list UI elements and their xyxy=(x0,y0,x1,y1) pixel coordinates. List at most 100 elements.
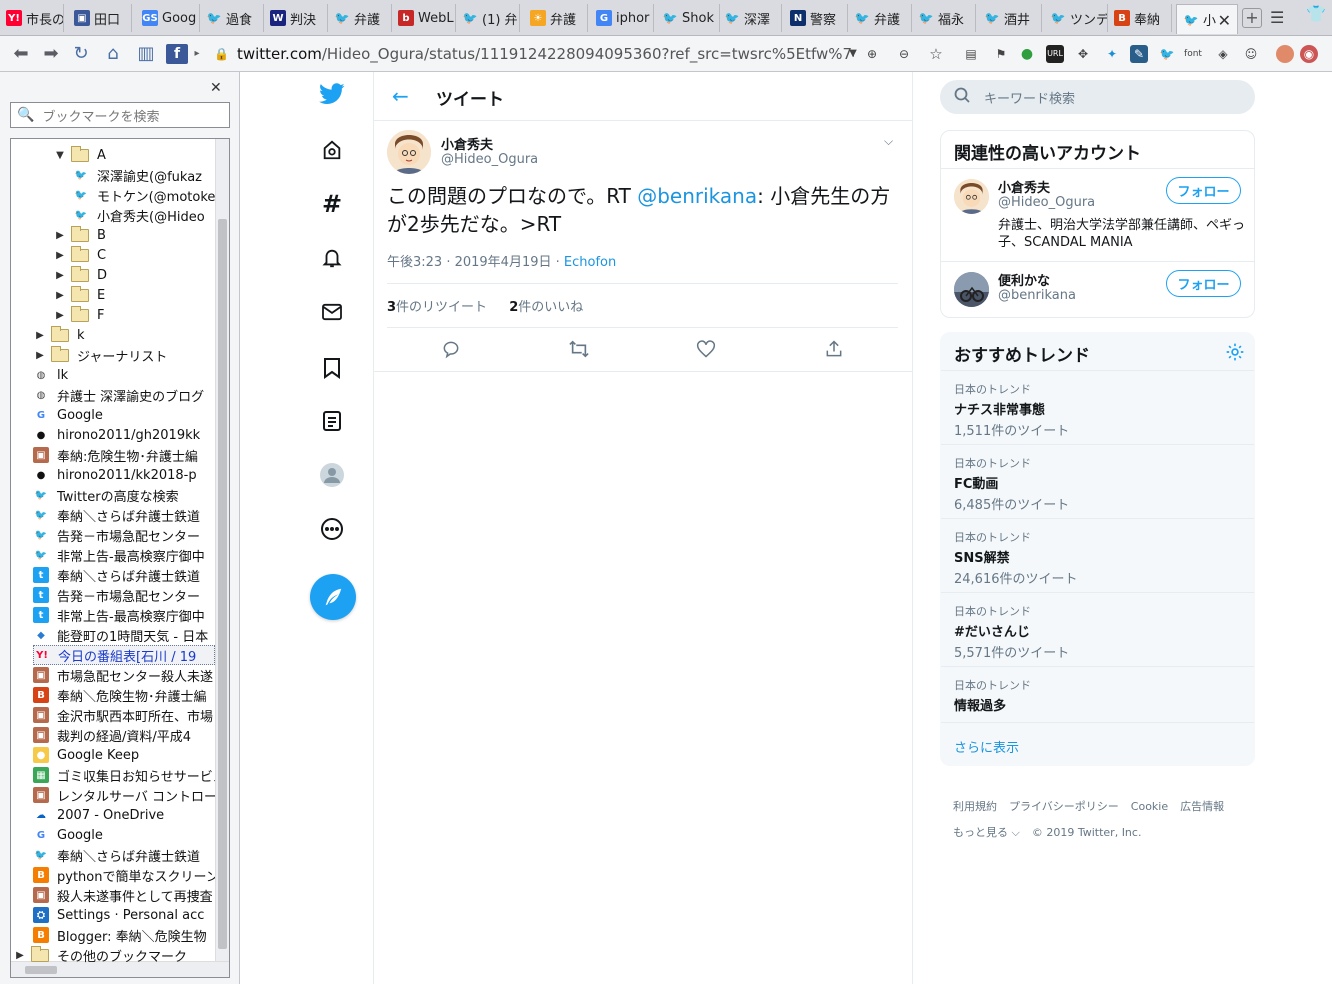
avatar[interactable] xyxy=(954,179,989,214)
bookmark-folder[interactable]: ▶ C xyxy=(53,245,215,265)
expand-arrow-icon[interactable]: ▶ xyxy=(53,310,67,321)
edit-icon[interactable]: ✎ xyxy=(1130,45,1148,63)
bookmark-item[interactable]: ● hirono2011/gh2019kk xyxy=(33,425,215,445)
bookmark-item[interactable]: ▣ レンタルサーバ コントロール xyxy=(33,785,215,805)
notifications-bell-icon[interactable] xyxy=(318,244,346,272)
expand-arrow-icon[interactable]: ▶ xyxy=(53,270,67,281)
browser-tab[interactable]: 🐦 ツンデ xyxy=(1044,4,1108,32)
bookmark-item[interactable]: t 非常上告-最高検察庁御中 xyxy=(33,605,215,625)
browser-tab[interactable]: 🐦 弁護 xyxy=(848,4,912,32)
overflow-chevron-icon[interactable]: ▸ xyxy=(192,44,202,64)
twitter-ext-icon[interactable]: 🐦 xyxy=(1158,45,1176,63)
account-item[interactable]: 小倉秀夫 @Hideo_Ogura フォロー 弁護士、明治大学法学部兼任講師、ペ… xyxy=(941,169,1254,262)
bookmark-folder[interactable]: ▶ B xyxy=(53,225,215,245)
bookmark-item[interactable]: ▣ 裁判の経過/資料/平成4 xyxy=(33,725,215,745)
trend-item[interactable]: 日本のトレンド SNS解禁 24,616件のツイート xyxy=(941,519,1254,593)
bookmark-item[interactable]: 🐦 奉納＼さらば弁護士鉄道 xyxy=(33,845,215,865)
expand-arrow-icon[interactable]: ▶ xyxy=(33,330,47,341)
trend-item[interactable]: 日本のトレンド 情報過多 xyxy=(941,667,1254,723)
browser-tab[interactable]: 🐦 弁護 xyxy=(328,4,392,32)
browser-tab[interactable]: N 警察 xyxy=(784,4,848,32)
bookmark-folder[interactable]: ▶ E xyxy=(53,285,215,305)
trend-item[interactable]: 日本のトレンド FC動画 6,485件のツイート xyxy=(941,445,1254,519)
bookmark-item[interactable]: 🐦 告発－市場急配センター xyxy=(33,525,215,545)
browser-tab[interactable]: W 判決 xyxy=(264,4,328,32)
tab-list-icon[interactable]: ☰ xyxy=(1270,8,1290,27)
footer-link[interactable]: Cookie xyxy=(1131,800,1168,813)
browser-tab[interactable]: 🐦 Shok xyxy=(656,4,720,32)
extension-icon[interactable]: ✥ xyxy=(1074,45,1092,63)
footer-link[interactable]: 利用規約 xyxy=(953,800,997,813)
footer-more-link[interactable]: もっと見る ⌵ xyxy=(953,826,1020,839)
browser-tab[interactable]: 🐦 過食 xyxy=(200,4,264,32)
browser-tab[interactable]: b WebL xyxy=(392,4,456,32)
dropbox-icon[interactable]: ✦ xyxy=(1103,45,1121,63)
bookmark-folder[interactable]: ▶ その他のブックマーク xyxy=(13,945,215,965)
like-heart-icon[interactable] xyxy=(695,338,717,360)
bookmark-item[interactable]: 🐦 非常上告-最高検察庁御中 xyxy=(33,545,215,565)
browser-tab[interactable]: ☀ 弁護 xyxy=(524,4,588,32)
new-tab-button[interactable]: + xyxy=(1242,8,1262,28)
bookmark-item[interactable]: 🐦 深澤諭史(@fukaz xyxy=(73,165,215,185)
bookmark-item[interactable]: ● Google Keep xyxy=(33,745,215,765)
close-icon[interactable]: ✕ xyxy=(210,80,222,96)
bookmark-item[interactable]: Bpythonで簡単なスクリーン xyxy=(33,865,215,885)
addon-icon[interactable]: ◉ xyxy=(1300,45,1318,63)
account-item[interactable]: 便利かな @benrikana フォロー xyxy=(941,262,1254,317)
bookmark-item[interactable]: ▣ 奉納:危険生物･弁護士編 xyxy=(33,445,215,465)
author-handle[interactable]: @Hideo_Ogura xyxy=(441,152,538,167)
browser-tab[interactable]: 🐦 福永 xyxy=(912,4,976,32)
tweet-timestamp[interactable]: 午後3:23 · 2019年4月19日 · xyxy=(387,255,564,270)
bookmark-folder[interactable]: ▶ ジャーナリスト xyxy=(33,345,215,365)
browser-tab[interactable]: 🐦 (1) 弁 xyxy=(456,4,520,32)
home-icon[interactable]: ⌂ xyxy=(102,44,124,64)
back-arrow-icon[interactable]: ← xyxy=(392,84,409,108)
font-icon[interactable]: font xyxy=(1184,45,1202,63)
expand-arrow-icon[interactable]: ▶ xyxy=(13,950,27,961)
collapse-arrow-icon[interactable]: ▼ xyxy=(53,150,67,161)
footer-link[interactable]: 広告情報 xyxy=(1180,800,1224,813)
customize-icon[interactable]: 👕 xyxy=(1306,4,1326,23)
profile-icon[interactable] xyxy=(318,461,346,489)
show-more-link[interactable]: さらに表示 xyxy=(941,723,1254,765)
bookmark-folder[interactable]: ▶ D xyxy=(53,265,215,285)
url-shortener-icon[interactable]: URL xyxy=(1046,45,1064,63)
expand-arrow-icon[interactable]: ▶ xyxy=(33,350,47,361)
url-dropdown-icon[interactable]: ▼ xyxy=(844,45,862,63)
more-icon[interactable] xyxy=(318,515,346,543)
bookmark-item[interactable]: t 奉納＼さらば弁護士鉄道 xyxy=(33,565,215,585)
back-icon[interactable]: ⬅ xyxy=(10,44,32,64)
bookmark-item[interactable]: 🐦 Twitterの高度な検索 xyxy=(33,485,215,505)
home-icon[interactable] xyxy=(318,136,346,164)
browser-tab[interactable]: Y! 市長の xyxy=(0,4,64,32)
bookmark-item[interactable]: 🐦 奉納＼さらば弁護士鉄道 xyxy=(33,505,215,525)
bookmark-item[interactable]: ◍ lk xyxy=(33,365,215,385)
follow-button[interactable]: フォロー xyxy=(1166,177,1241,204)
retweet-icon[interactable] xyxy=(568,338,590,360)
browser-tab[interactable]: GS Goog xyxy=(136,4,200,32)
bookmarks-icon[interactable] xyxy=(318,354,346,382)
share-icon[interactable] xyxy=(823,338,845,360)
bookmark-item[interactable]: ▣ 殺人未遂事件として再捜査 xyxy=(33,885,215,905)
bookmark-icon[interactable]: ⚑ xyxy=(992,45,1010,63)
bookmark-item[interactable]: ▣ 市場急配センター殺人未遂 xyxy=(33,665,215,685)
trend-item[interactable]: 日本のトレンド #だいさんじ 5,571件のツイート xyxy=(941,593,1254,667)
footer-link[interactable]: プライバシーポリシー xyxy=(1009,800,1119,813)
close-tab-icon[interactable]: ✕ xyxy=(1218,11,1231,30)
search-input[interactable]: キーワード検索 xyxy=(940,80,1255,114)
bookmark-item[interactable]: t 告発－市場急配センター xyxy=(33,585,215,605)
profile-avatar-icon[interactable] xyxy=(1276,45,1294,63)
bookmark-item[interactable]: 🐦 小倉秀夫(@Hideo xyxy=(73,205,215,225)
vertical-scrollbar[interactable] xyxy=(215,139,229,961)
twitter-logo-icon[interactable] xyxy=(318,80,346,108)
follow-button[interactable]: フォロー xyxy=(1166,270,1241,297)
zoom-out-icon[interactable]: ⊖ xyxy=(895,45,913,63)
bookmark-item[interactable]: B Blogger: 奉納＼危険生物 xyxy=(33,925,215,945)
author-name[interactable]: 小倉秀夫 xyxy=(441,134,493,153)
tweet-source-link[interactable]: Echofon xyxy=(564,255,616,270)
expand-arrow-icon[interactable]: ▶ xyxy=(53,250,67,261)
compose-tweet-button[interactable] xyxy=(310,574,356,620)
bookmark-folder[interactable]: ▶ F xyxy=(53,305,215,325)
avatar[interactable] xyxy=(387,130,431,174)
bookmark-item[interactable]: G Google xyxy=(33,405,215,425)
